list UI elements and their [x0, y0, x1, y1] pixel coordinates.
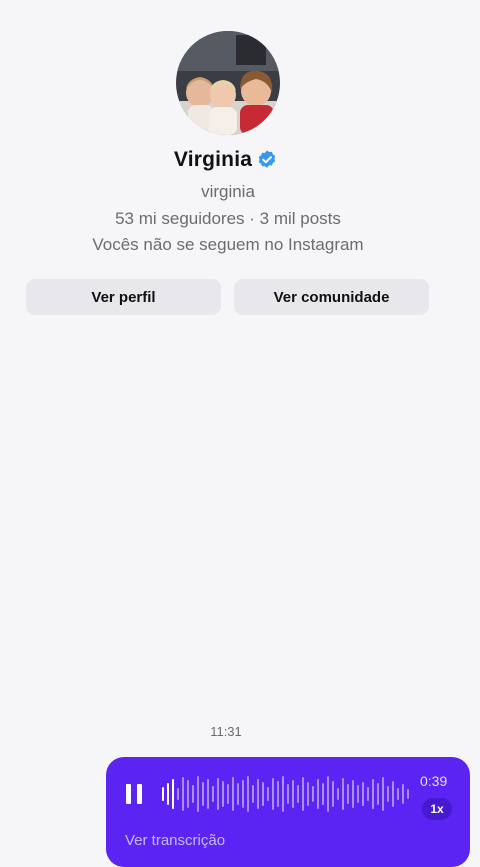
waveform-bar [397, 788, 399, 800]
profile-avatar[interactable] [176, 31, 280, 135]
waveform-bar [212, 786, 214, 802]
audio-waveform[interactable] [161, 771, 411, 817]
waveform-bar [272, 778, 274, 810]
waveform-bar [252, 785, 254, 803]
waveform-bar [347, 784, 349, 804]
waveform-bar [197, 776, 199, 812]
profile-name-row: Virginia [0, 148, 452, 172]
waveform-bar [297, 785, 299, 803]
waveform-bar [367, 787, 369, 801]
waveform-bar [177, 788, 179, 800]
waveform-bar [207, 779, 209, 809]
waveform-bar [262, 782, 264, 806]
view-community-button[interactable]: Ver comunidade [234, 279, 429, 315]
waveform-bar [407, 789, 409, 799]
waveform-bar [377, 783, 379, 805]
view-profile-button[interactable]: Ver perfil [26, 279, 221, 315]
waveform-bar [227, 784, 229, 804]
waveform-bar [222, 781, 224, 807]
waveform-bar [187, 780, 189, 808]
waveform-bar [317, 779, 319, 809]
follow-relation-text: Vocês não se seguem no Instagram [92, 235, 364, 254]
view-transcript-link[interactable]: Ver transcrição [125, 832, 225, 849]
waveform-bar [167, 783, 169, 805]
waveform-bar [332, 781, 334, 807]
avatar-photo [176, 31, 280, 135]
waveform-bar [337, 788, 339, 800]
waveform-bar [242, 780, 244, 808]
waveform-bar [192, 785, 194, 803]
waveform-bar [312, 786, 314, 802]
playback-speed-button[interactable]: 1x [422, 798, 452, 820]
waveform-bar [372, 779, 374, 809]
waveform-bar [287, 784, 289, 804]
waveform-bar [342, 778, 344, 810]
profile-username: virginia [201, 182, 255, 201]
waveform-bar [237, 783, 239, 805]
waveform-bar [282, 776, 284, 812]
waveform-bar [172, 779, 174, 809]
waveform-bar [327, 776, 329, 812]
waveform-bar [352, 780, 354, 808]
waveform-bar [267, 787, 269, 801]
waveform-bar [162, 787, 164, 801]
waveform-bar [402, 784, 404, 804]
waveform-bar [362, 782, 364, 806]
waveform-bar [307, 782, 309, 806]
message-timestamp: 11:31 [210, 724, 242, 739]
waveform-bar [277, 781, 279, 807]
waveform-bar [387, 786, 389, 802]
pause-icon[interactable] [126, 784, 142, 804]
waveform-bar [382, 777, 384, 811]
verified-badge-icon [256, 149, 278, 171]
profile-stats: 53 mi seguidores · 3 mil posts [115, 209, 341, 228]
waveform-bar [182, 777, 184, 811]
waveform-bar [257, 779, 259, 809]
waveform-bar [322, 783, 324, 805]
waveform-bar [247, 776, 249, 812]
waveform-bar [232, 777, 234, 811]
profile-name: Virginia [173, 148, 253, 171]
waveform-bar [302, 777, 304, 811]
waveform-bar [392, 781, 394, 807]
audio-duration: 0:39 [420, 773, 448, 789]
waveform-bar [357, 785, 359, 803]
waveform-bar [217, 778, 219, 810]
waveform-bar [202, 782, 204, 806]
waveform-bar [292, 780, 294, 808]
audio-message-bubble[interactable]: 0:39 1x Ver transcrição [106, 757, 470, 867]
